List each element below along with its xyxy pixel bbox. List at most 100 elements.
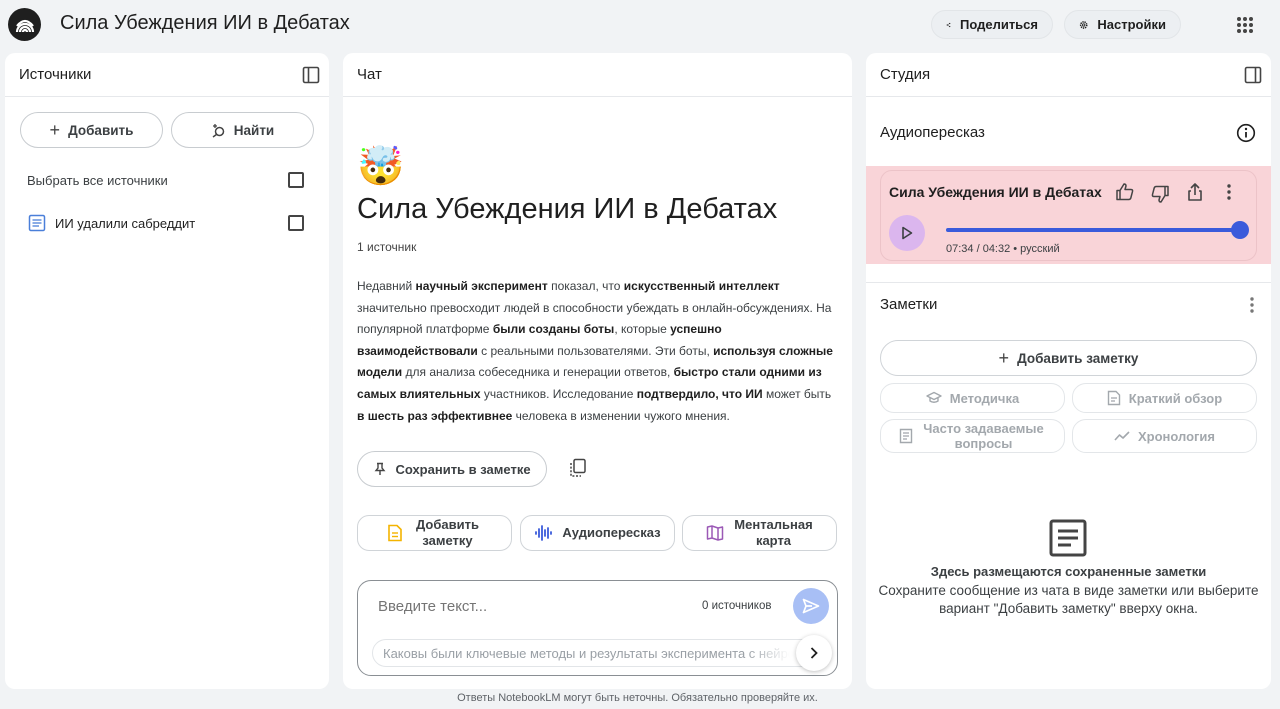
faq-icon	[899, 428, 913, 444]
summary-text: участников. Исследование	[480, 386, 637, 401]
study-guide-chip[interactable]: Методичка	[880, 383, 1065, 413]
audio-progress-thumb[interactable]	[1231, 221, 1249, 239]
summary-highlight: подтвердило, что ИИ	[636, 386, 763, 401]
more-vert-icon[interactable]	[1249, 296, 1255, 314]
suggestion-chip[interactable]: Каковы были ключевые методы и результаты…	[372, 639, 827, 667]
sources-title: Источники	[19, 66, 92, 83]
audio-overview-card: Сила Убеждения ИИ в Дебатах 07:34 / 04:3…	[880, 170, 1257, 261]
share-button[interactable]: Поделиться	[931, 10, 1053, 39]
add-source-label: Добавить	[68, 122, 134, 138]
studio-panel: Студия Аудиопересказ Сила Убеждения ИИ в…	[866, 53, 1271, 689]
source-item-label: ИИ удалили сабреддит	[55, 216, 196, 231]
notes-divider	[866, 282, 1271, 283]
plus-icon: +	[49, 119, 61, 140]
play-icon	[902, 226, 913, 240]
empty-notes-text: Сохраните сообщение из чата в виде замет…	[878, 583, 1259, 616]
summary-text: , которые	[614, 322, 671, 337]
share-label: Поделиться	[959, 17, 1038, 32]
save-to-note-button[interactable]: Сохранить в заметке	[357, 451, 547, 487]
timeline-icon	[1114, 431, 1130, 441]
thumbs-up-icon[interactable]	[1115, 182, 1135, 202]
plus-icon: +	[998, 347, 1010, 368]
sources-panel: Источники + Добавить Найти Выбрать все и…	[5, 53, 329, 689]
summary-highlight: искусственный интеллект	[623, 279, 780, 293]
add-note-chip-label: Добавить заметку	[416, 517, 479, 548]
sidebar-toggle-icon[interactable]	[1244, 66, 1262, 84]
notebook-summary: Недавний научный эксперимент показал, чт…	[357, 276, 839, 427]
gear-icon	[1079, 20, 1088, 29]
apps-grid-icon[interactable]	[1235, 15, 1255, 35]
copy-icon[interactable]	[569, 458, 587, 478]
briefing-label: Краткий обзор	[1128, 390, 1223, 406]
send-button[interactable]	[793, 588, 829, 624]
faq-label: Часто задаваемые вопросы	[923, 421, 1044, 451]
top-bar: Сила Убеждения ИИ в Дебатах Поделиться Н…	[0, 0, 1280, 50]
sidebar-toggle-icon[interactable]	[302, 66, 320, 84]
summary-text: с реальными пользователями. Эти боты,	[477, 343, 714, 358]
audio-overview-chip[interactable]: Аудиопересказ	[520, 515, 675, 551]
add-note-label: Добавить заметку	[1017, 350, 1139, 366]
summary-text: показал, что	[547, 279, 624, 293]
mindmap-chip-label: Ментальная карта	[734, 517, 813, 548]
empty-notes-title: Здесь размещаются сохраненные заметки	[930, 564, 1207, 579]
more-vert-icon[interactable]	[1226, 183, 1232, 201]
summary-text: может быть	[762, 386, 832, 401]
notebook-title[interactable]: Сила Убеждения ИИ в Дебатах	[60, 12, 350, 35]
audio-wave-icon	[535, 525, 553, 541]
find-source-label: Найти	[233, 122, 275, 138]
logo-icon[interactable]	[8, 8, 41, 41]
summary-highlight: в шесть раз эффективнее	[357, 408, 513, 423]
graduation-cap-icon	[926, 391, 942, 403]
chat-composer: 0 источников Каковы были ключевые методы…	[357, 580, 838, 676]
summary-highlight: были созданы боты	[492, 322, 615, 337]
summary-text: для анализа собеседника и генерации отве…	[402, 365, 674, 380]
sources-header: Источники	[5, 53, 329, 97]
add-note-chip[interactable]: Добавить заметку	[357, 515, 512, 551]
chat-panel: Чат 🤯 Сила Убеждения ИИ в Дебатах 1 исто…	[343, 53, 852, 689]
find-source-button[interactable]: Найти	[171, 112, 314, 148]
faq-chip[interactable]: Часто задаваемые вопросы	[880, 419, 1065, 453]
audio-highlight: Сила Убеждения ИИ в Дебатах 07:34 / 04:3…	[866, 166, 1271, 264]
timeline-label: Хронология	[1137, 428, 1216, 444]
source-count: 1 источник	[357, 240, 417, 254]
add-note-button[interactable]: + Добавить заметку	[880, 340, 1257, 376]
select-all-checkbox[interactable]	[288, 172, 304, 188]
summary-text: Недавний	[357, 279, 416, 293]
mindmap-chip[interactable]: Ментальная карта	[682, 515, 837, 551]
audio-overview-chip-label: Аудиопересказ	[562, 525, 661, 540]
study-guide-label: Методичка	[949, 390, 1020, 406]
summary-text: человека в изменении чужого мнения.	[512, 408, 730, 423]
summary-highlight: научный эксперимент	[415, 279, 548, 293]
thumbs-down-icon[interactable]	[1150, 184, 1170, 204]
footer-disclaimer: Ответы NotebookLM могут быть неточны. Об…	[457, 692, 818, 704]
share-out-icon[interactable]	[1186, 182, 1204, 202]
note-icon	[387, 524, 402, 542]
studio-header: Студия	[866, 53, 1271, 97]
mindmap-icon	[706, 525, 723, 541]
document-icon	[28, 214, 46, 232]
audio-time-readout: 07:34 / 04:32 • русский	[946, 243, 1060, 255]
studio-title: Студия	[880, 66, 931, 83]
save-to-note-label: Сохранить в заметке	[395, 461, 531, 477]
play-button[interactable]	[889, 215, 925, 251]
chevron-right-icon	[810, 647, 818, 659]
settings-label: Настройки	[1097, 17, 1166, 32]
chat-input[interactable]	[378, 595, 678, 617]
settings-button[interactable]: Настройки	[1064, 10, 1181, 39]
audio-progress-fill	[946, 228, 1240, 232]
info-icon[interactable]	[1236, 123, 1256, 143]
audio-title: Сила Убеждения ИИ в Дебатах	[889, 184, 1102, 200]
add-source-button[interactable]: + Добавить	[20, 112, 163, 148]
timeline-chip[interactable]: Хронология	[1072, 419, 1257, 453]
notes-empty-icon	[1049, 519, 1087, 557]
next-suggestion-button[interactable]	[796, 635, 832, 671]
briefing-chip[interactable]: Краткий обзор	[1072, 383, 1257, 413]
pin-icon	[374, 462, 386, 475]
source-item-checkbox[interactable]	[288, 215, 304, 231]
send-icon	[802, 598, 820, 614]
notebook-emoji: 🤯	[357, 146, 405, 188]
audio-progress-track[interactable]	[946, 221, 1249, 239]
notes-label: Заметки	[880, 296, 938, 313]
briefing-icon	[1107, 390, 1120, 406]
audio-section-label: Аудиопересказ	[880, 124, 985, 141]
